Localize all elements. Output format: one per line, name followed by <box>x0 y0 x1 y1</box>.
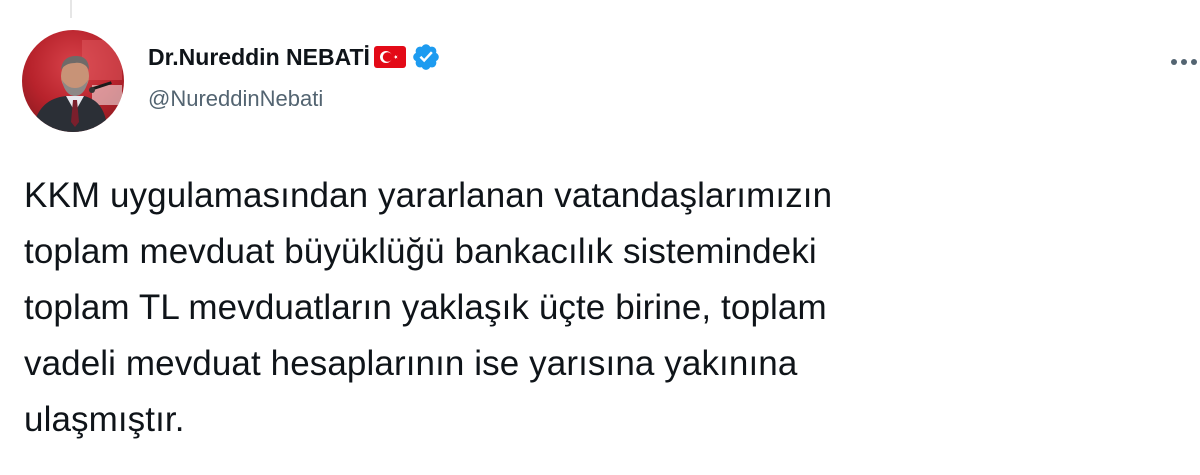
avatar-image <box>22 30 124 132</box>
tweet-card: Dr.Nureddin NEBATİ @NureddinNebati KKM u… <box>0 0 1200 475</box>
tweet-text-line: toplam TL mevduatların yaklaşık üçte bir… <box>24 288 827 327</box>
turkey-flag-icon <box>373 46 406 68</box>
tweet-text-line: vadeli mevduat hesaplarının ise yarısına… <box>24 344 798 383</box>
avatar[interactable] <box>22 30 124 132</box>
verified-badge-icon <box>411 42 441 72</box>
more-options-icon[interactable] <box>1166 50 1200 74</box>
author-name-row[interactable]: Dr.Nureddin NEBATİ <box>148 40 441 74</box>
tweet-text: KKM uygulamasından yararlanan vatandaşla… <box>24 168 1194 448</box>
thread-line <box>70 0 72 18</box>
author-display-name[interactable]: Dr.Nureddin NEBATİ <box>148 44 370 71</box>
tweet-text-line: toplam mevduat büyüklüğü bankacılık sist… <box>24 232 817 271</box>
tweet-text-line: KKM uygulamasından yararlanan vatandaşla… <box>24 176 833 215</box>
author-handle[interactable]: @NureddinNebati <box>148 86 323 112</box>
tweet-text-line: ulaşmıştır. <box>24 400 185 439</box>
